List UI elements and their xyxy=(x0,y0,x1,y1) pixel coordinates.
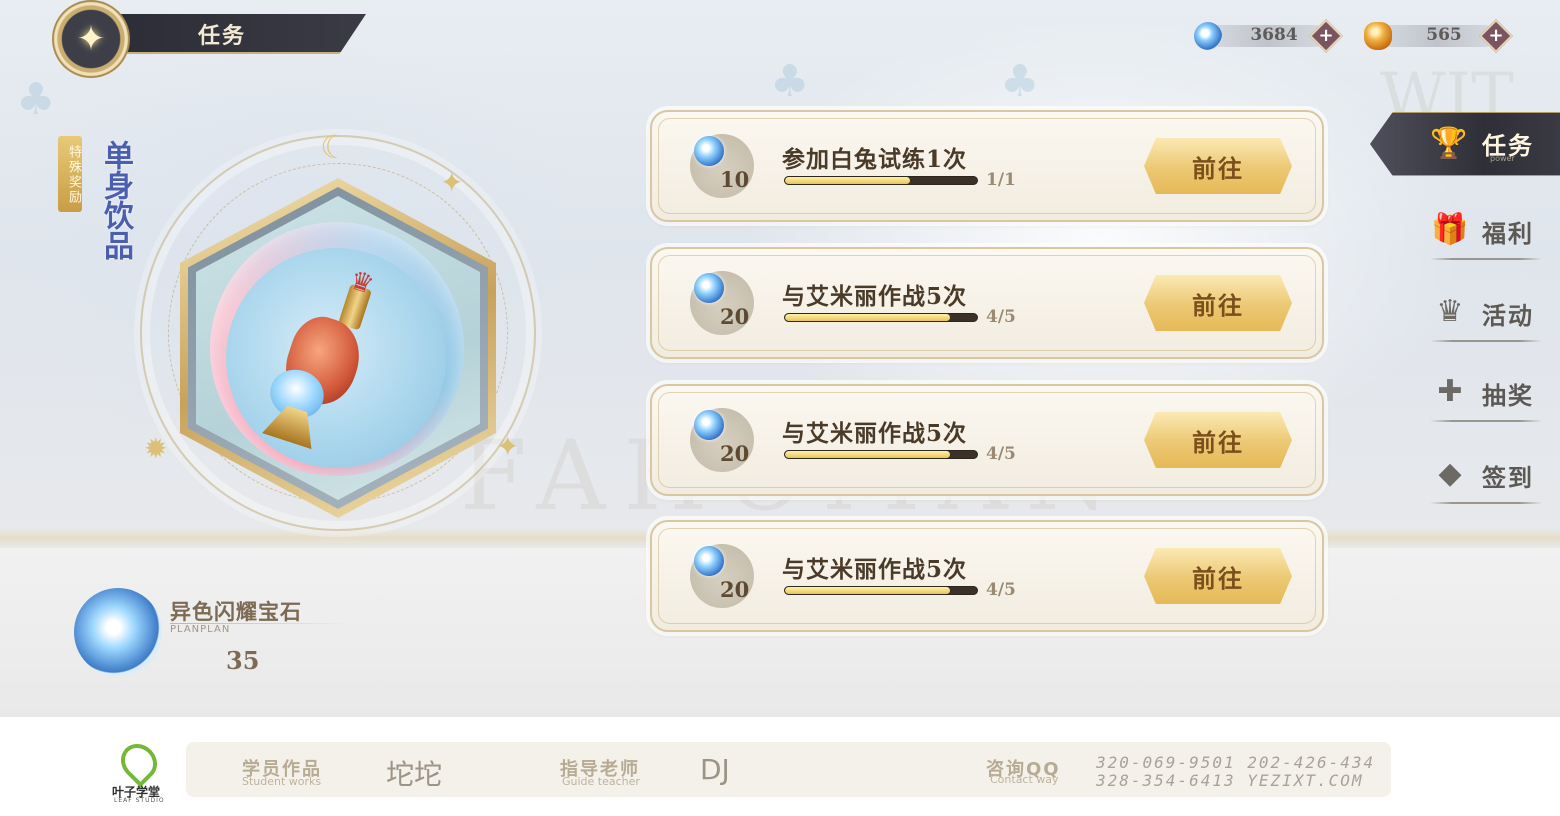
contact-numbers-line1: 320-069-9501 202-426-434 xyxy=(1096,753,1376,772)
task-progress-text: 1/1 xyxy=(986,170,1016,190)
game-screen: ♣ ♣ ♣ FAHOMAN WIT ✦ 任务 3684 + 565 + 特殊奖励… xyxy=(0,0,1560,717)
task-go-button[interactable]: 前往 xyxy=(1144,138,1292,194)
task-progress-fill xyxy=(785,587,951,594)
card-icon: ◆ xyxy=(1438,456,1462,491)
plus-icon: + xyxy=(1318,25,1334,46)
task-go-button[interactable]: 前往 xyxy=(1144,275,1292,331)
blue-gem-icon xyxy=(1194,22,1222,50)
nav-tab-welfare[interactable]: 🎁 福利 xyxy=(1430,210,1542,270)
task-reward-amount: 20 xyxy=(720,577,750,602)
task-progress-text: 4/5 xyxy=(986,444,1016,464)
nav-divider xyxy=(1430,420,1542,422)
gem-subtitle: PLANPLAN xyxy=(170,624,231,635)
blue-gem-icon xyxy=(694,273,724,303)
amber-crystal-icon xyxy=(1364,22,1392,50)
gem-quantity: 35 xyxy=(226,646,260,675)
task-go-button[interactable]: 前往 xyxy=(1144,412,1292,468)
nav-tab-events[interactable]: ♛ 活动 xyxy=(1430,292,1542,352)
task-card: 20 与艾米丽作战5次 4/5 前往 xyxy=(650,247,1324,359)
sparkle-star-icon: ✹ xyxy=(144,432,168,465)
task-progress-bar xyxy=(784,176,978,185)
blue-gem-icon xyxy=(694,546,724,576)
logo-subtitle: LEAF STUDIO xyxy=(114,797,165,804)
nav-tab-label: 活动 xyxy=(1482,301,1534,330)
task-name: 与艾米丽作战5次 xyxy=(782,420,968,447)
trophy-icon: 🏆 xyxy=(1430,126,1468,161)
task-card: 10 参加白兔试练1次 1/1 前往 xyxy=(650,110,1324,222)
club-decoration-icon: ♣ xyxy=(16,74,56,125)
task-card: 20 与艾米丽作战5次 4/5 前往 xyxy=(650,520,1324,632)
special-reward-badge: 特殊奖励 xyxy=(58,136,82,212)
shining-gem-icon[interactable] xyxy=(74,588,162,676)
reward-title: 单身饮品 xyxy=(98,140,133,260)
task-reward-amount: 20 xyxy=(720,304,750,329)
task-progress-text: 4/5 xyxy=(986,580,1016,600)
teacher-name: DJ xyxy=(700,753,730,786)
club-decoration-icon: ♣ xyxy=(770,56,810,107)
currency-gem: 3684 + xyxy=(1194,19,1344,53)
task-progress-fill xyxy=(785,314,951,321)
club-decoration-icon: ♣ xyxy=(1000,56,1040,107)
nav-divider xyxy=(1430,258,1542,260)
task-progress-bar xyxy=(784,586,978,595)
blue-gem-icon xyxy=(694,136,724,166)
task-progress-bar xyxy=(784,313,978,322)
sparkle-star-icon: ✦ xyxy=(440,166,464,199)
task-reward-amount: 20 xyxy=(720,441,750,466)
student-name: 坨坨 xyxy=(386,758,443,791)
puzzle-icon: ✚ xyxy=(1437,374,1463,409)
currency-amber: 565 + xyxy=(1364,19,1514,53)
task-name: 参加白兔试练1次 xyxy=(782,146,968,173)
sparkle-star-icon: ✦ xyxy=(496,430,520,463)
nav-tab-label: 抽奖 xyxy=(1482,381,1534,410)
task-progress-fill xyxy=(785,177,910,184)
currency-amber-value: 565 xyxy=(1426,25,1462,45)
credits-footer: 叶子学堂 LEAF STUDIO 学员作品 Student works 坨坨 指… xyxy=(0,717,1560,816)
gift-icon: 🎁 xyxy=(1431,212,1469,247)
page-title: 任务 xyxy=(198,23,247,49)
nav-tab-checkin[interactable]: ◆ 签到 xyxy=(1430,454,1542,514)
task-go-button[interactable]: 前往 xyxy=(1144,548,1292,604)
leaf-logo-icon xyxy=(113,736,165,788)
contact-numbers-line2: 328-354-6413 YEZIXT.COM xyxy=(1096,771,1364,790)
crescent-moon-icon: ☾ xyxy=(320,128,349,166)
gem-name: 异色闪耀宝石 xyxy=(170,599,302,624)
nav-divider xyxy=(1430,502,1542,504)
task-reward-amount: 10 xyxy=(720,167,750,192)
task-name: 与艾米丽作战5次 xyxy=(782,283,968,310)
contact-sublabel: Contact way xyxy=(990,773,1059,786)
task-card: 20 与艾米丽作战5次 4/5 前往 xyxy=(650,384,1324,496)
task-name: 与艾米丽作战5次 xyxy=(782,556,968,583)
task-progress-fill xyxy=(785,451,951,458)
compass-star-icon: ✦ xyxy=(52,0,130,78)
nav-tab-tasks-sub: power xyxy=(1490,154,1515,163)
nav-tab-lottery[interactable]: ✚ 抽奖 xyxy=(1430,372,1542,432)
task-progress-bar xyxy=(784,450,978,459)
plus-icon: + xyxy=(1488,25,1504,46)
teacher-sublabel: Guide teacher xyxy=(562,775,640,788)
currency-gem-value: 3684 xyxy=(1250,25,1298,45)
nav-tab-label: 福利 xyxy=(1482,219,1534,248)
task-progress-text: 4/5 xyxy=(986,307,1016,327)
blue-gem-icon xyxy=(694,410,724,440)
crown-icon: ♛ xyxy=(1436,294,1464,329)
student-sublabel: Student works xyxy=(242,775,322,788)
nav-divider xyxy=(1430,340,1542,342)
nav-tab-label: 签到 xyxy=(1482,463,1534,492)
